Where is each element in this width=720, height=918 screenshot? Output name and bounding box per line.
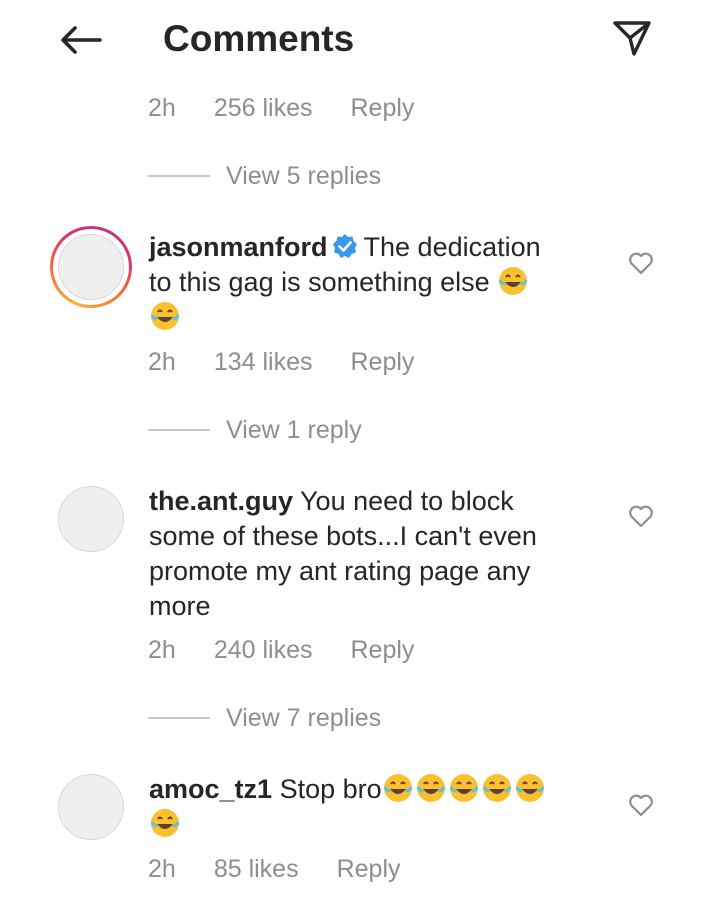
like-heart-button[interactable]: [627, 249, 655, 277]
comment-likes[interactable]: 85 likes: [214, 855, 299, 884]
comment-text: amoc_tz1 Stop bro: [149, 772, 589, 842]
verified-badge-icon: [332, 234, 357, 258]
page-title: Comments: [163, 18, 355, 59]
comment-meta: 2h 240 likes Reply: [148, 632, 414, 668]
like-heart-button[interactable]: [627, 502, 655, 530]
share-button[interactable]: [606, 12, 658, 64]
laughing-emoji-icon: [383, 774, 413, 802]
comment-time: 2h: [148, 854, 176, 883]
divider-line: [148, 429, 210, 431]
laughing-emoji-icon: [498, 267, 528, 295]
comment-body-line2: some of these bots...I can't even: [149, 521, 537, 551]
comment-body-line3: promote my ant rating page any: [149, 556, 531, 586]
laughing-emoji-icon: [515, 774, 545, 802]
comment-username[interactable]: amoc_tz1: [149, 774, 272, 804]
laughing-emoji-icon: [449, 774, 479, 802]
view-replies-label: View 7 replies: [226, 703, 382, 732]
divider-line: [148, 175, 210, 177]
comment-time: 2h: [148, 635, 176, 664]
comment-body-line1: Stop bro: [279, 774, 382, 804]
comment-meta: 2h 134 likes Reply: [148, 344, 414, 380]
comment-body-line2: to this gag is something else: [149, 267, 490, 297]
story-ring: [50, 226, 132, 308]
avatar[interactable]: [50, 766, 132, 848]
reply-button[interactable]: Reply: [350, 636, 414, 665]
divider-line: [148, 717, 210, 719]
paper-plane-icon: [613, 21, 651, 56]
back-button[interactable]: [52, 14, 108, 66]
comment-likes[interactable]: 240 likes: [214, 636, 313, 665]
arrow-left-icon: [61, 26, 102, 54]
comment-meta: 2h 85 likes Reply: [148, 851, 401, 887]
comment-body-line4: more: [149, 591, 211, 621]
comment-meta: 2h 256 likes Reply: [148, 90, 414, 126]
comment-username[interactable]: the.ant.guy: [149, 486, 293, 516]
comment-text: the.ant.guy You need to block some of th…: [149, 484, 589, 624]
comment-text: jasonmanford The dedication to this gag …: [149, 230, 589, 335]
avatar[interactable]: [50, 226, 132, 308]
view-replies-label: View 5 replies: [226, 161, 382, 190]
avatar[interactable]: [50, 478, 132, 560]
laughing-emoji-icon: [416, 774, 446, 802]
view-replies-link[interactable]: View 7 replies: [148, 701, 381, 735]
reply-button[interactable]: Reply: [350, 94, 414, 123]
comment-time: 2h: [148, 93, 176, 122]
header-bar: Comments: [0, 0, 720, 84]
view-replies-link[interactable]: View 5 replies: [148, 159, 381, 193]
comment-body-line1: The dedication: [363, 232, 541, 262]
heart-icon: [629, 794, 653, 817]
reply-button[interactable]: Reply: [337, 855, 401, 884]
laughing-emoji-icon: [482, 774, 512, 802]
reply-button[interactable]: Reply: [350, 348, 414, 377]
avatar-image: [58, 486, 124, 552]
comment-time: 2h: [148, 347, 176, 376]
view-replies-label: View 1 reply: [226, 415, 362, 444]
avatar-image: [58, 774, 124, 840]
comment-username[interactable]: jasonmanford: [149, 232, 328, 262]
comment-likes[interactable]: 134 likes: [214, 348, 313, 377]
like-heart-button[interactable]: [627, 791, 655, 819]
comment-likes[interactable]: 256 likes: [214, 94, 313, 123]
view-replies-link[interactable]: View 1 reply: [148, 413, 362, 447]
comment-body-line1: You need to block: [300, 486, 514, 516]
heart-icon: [629, 252, 653, 275]
laughing-emoji-icon: [150, 302, 180, 330]
heart-icon: [629, 505, 653, 528]
laughing-emoji-icon: [150, 809, 180, 837]
